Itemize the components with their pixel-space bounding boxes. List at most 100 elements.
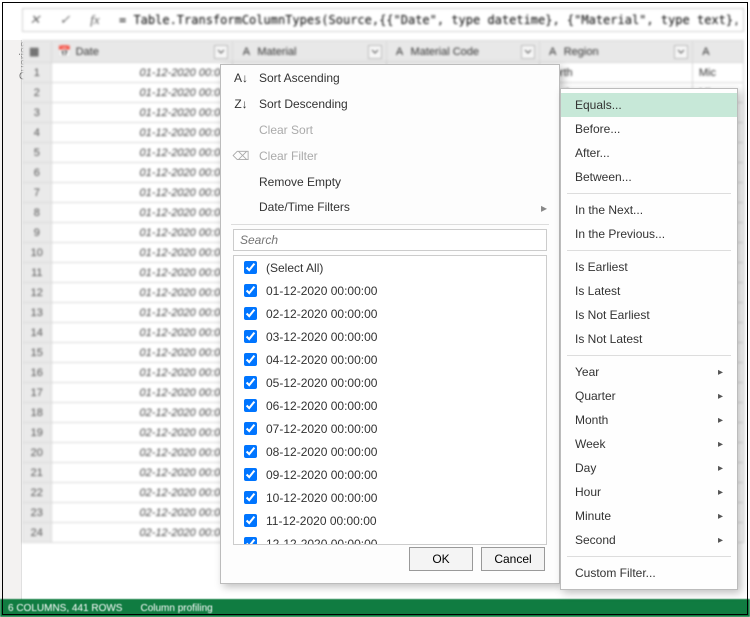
row-number[interactable]: 10: [23, 243, 52, 263]
cell-date[interactable]: 02-12-2020 00:00: [51, 463, 233, 483]
submenu-item-second[interactable]: Second▸: [561, 528, 737, 552]
submenu-item-between[interactable]: Between...: [561, 165, 737, 189]
cell-date[interactable]: 02-12-2020 00:00: [51, 403, 233, 423]
filter-value-item[interactable]: 03-12-2020 00:00:00: [234, 325, 546, 348]
row-number[interactable]: 2: [23, 83, 52, 103]
submenu-item-minute[interactable]: Minute▸: [561, 504, 737, 528]
row-number[interactable]: 24: [23, 523, 52, 543]
cell-date[interactable]: 02-12-2020 00:00: [51, 503, 233, 523]
submenu-item-week[interactable]: Week▸: [561, 432, 737, 456]
row-number[interactable]: 22: [23, 483, 52, 503]
cell-date[interactable]: 01-12-2020 00:00: [51, 203, 233, 223]
filter-arrow-date[interactable]: [214, 45, 228, 59]
submenu-item-in-the-next[interactable]: In the Next...: [561, 198, 737, 222]
filter-value-checkbox[interactable]: [244, 445, 257, 458]
select-all-checkbox[interactable]: [244, 261, 257, 274]
col-material[interactable]: AMaterial: [233, 41, 386, 63]
cell-date[interactable]: 01-12-2020 00:00: [51, 223, 233, 243]
filter-arrow-material-code[interactable]: [521, 45, 535, 59]
submenu-item-is-latest[interactable]: Is Latest: [561, 279, 737, 303]
formula-input[interactable]: [113, 9, 743, 31]
filter-value-checkbox[interactable]: [244, 537, 257, 545]
submenu-item-custom-filter[interactable]: Custom Filter...: [561, 561, 737, 585]
cell-date[interactable]: 01-12-2020 00:00: [51, 323, 233, 343]
submenu-item-month[interactable]: Month▸: [561, 408, 737, 432]
col-material-code[interactable]: AMaterial Code: [386, 41, 539, 63]
filter-value-item[interactable]: 05-12-2020 00:00:00: [234, 371, 546, 394]
select-all-item[interactable]: (Select All): [234, 256, 546, 279]
row-number[interactable]: 11: [23, 263, 52, 283]
submenu-item-in-the-previous[interactable]: In the Previous...: [561, 222, 737, 246]
sort-descending[interactable]: Z↓ Sort Descending: [221, 91, 559, 117]
filter-value-item[interactable]: 09-12-2020 00:00:00: [234, 463, 546, 486]
filter-value-item[interactable]: 10-12-2020 00:00:00: [234, 486, 546, 509]
filter-value-item[interactable]: 07-12-2020 00:00:00: [234, 417, 546, 440]
submenu-item-before[interactable]: Before...: [561, 117, 737, 141]
row-number[interactable]: 18: [23, 403, 52, 423]
filter-value-checkbox[interactable]: [244, 422, 257, 435]
submenu-item-is-not-earliest[interactable]: Is Not Earliest: [561, 303, 737, 327]
filter-value-item[interactable]: 04-12-2020 00:00:00: [234, 348, 546, 371]
submenu-item-equals[interactable]: Equals...: [561, 93, 737, 117]
submenu-item-is-not-latest[interactable]: Is Not Latest: [561, 327, 737, 351]
row-number[interactable]: 23: [23, 503, 52, 523]
select-all-cell[interactable]: ▦: [23, 41, 52, 63]
cell-region[interactable]: North: [539, 63, 692, 83]
sort-ascending[interactable]: A↓ Sort Ascending: [221, 65, 559, 91]
filter-value-checkbox[interactable]: [244, 330, 257, 343]
row-number[interactable]: 17: [23, 383, 52, 403]
cell-extra[interactable]: Mic: [692, 63, 743, 83]
cell-date[interactable]: 02-12-2020 00:00: [51, 523, 233, 543]
cancel-formula-icon[interactable]: ✕: [23, 8, 47, 32]
cell-date[interactable]: 02-12-2020 00:00: [51, 423, 233, 443]
filter-value-checkbox[interactable]: [244, 284, 257, 297]
row-number[interactable]: 1: [23, 63, 52, 83]
cell-date[interactable]: 01-12-2020 00:00: [51, 383, 233, 403]
filter-search-input[interactable]: [233, 229, 547, 251]
filter-value-item[interactable]: 06-12-2020 00:00:00: [234, 394, 546, 417]
row-number[interactable]: 20: [23, 443, 52, 463]
filter-value-item[interactable]: 08-12-2020 00:00:00: [234, 440, 546, 463]
col-date[interactable]: 📅Date: [51, 41, 233, 63]
filter-value-item[interactable]: 01-12-2020 00:00:00: [234, 279, 546, 302]
submenu-item-is-earliest[interactable]: Is Earliest: [561, 255, 737, 279]
ok-button[interactable]: OK: [409, 547, 473, 571]
row-number[interactable]: 19: [23, 423, 52, 443]
cell-date[interactable]: 02-12-2020 00:00: [51, 483, 233, 503]
filter-value-checkbox[interactable]: [244, 399, 257, 412]
cell-date[interactable]: 01-12-2020 00:00: [51, 283, 233, 303]
filter-value-checkbox[interactable]: [244, 307, 257, 320]
row-number[interactable]: 7: [23, 183, 52, 203]
filter-arrow-region[interactable]: [674, 45, 688, 59]
submenu-item-year[interactable]: Year▸: [561, 360, 737, 384]
row-number[interactable]: 6: [23, 163, 52, 183]
cell-date[interactable]: 01-12-2020 00:00: [51, 183, 233, 203]
cell-date[interactable]: 02-12-2020 00:00: [51, 443, 233, 463]
submenu-item-quarter[interactable]: Quarter▸: [561, 384, 737, 408]
submenu-item-day[interactable]: Day▸: [561, 456, 737, 480]
remove-empty[interactable]: Remove Empty: [221, 169, 559, 195]
filter-value-item[interactable]: 11-12-2020 00:00:00: [234, 509, 546, 532]
cell-date[interactable]: 01-12-2020 00:00: [51, 163, 233, 183]
row-number[interactable]: 4: [23, 123, 52, 143]
cell-date[interactable]: 01-12-2020 00:00: [51, 83, 233, 103]
submenu-item-after[interactable]: After...: [561, 141, 737, 165]
filter-arrow-material[interactable]: [368, 45, 382, 59]
cell-date[interactable]: 01-12-2020 00:00: [51, 363, 233, 383]
submenu-item-hour[interactable]: Hour▸: [561, 480, 737, 504]
filter-value-item[interactable]: 02-12-2020 00:00:00: [234, 302, 546, 325]
cell-date[interactable]: 01-12-2020 00:00: [51, 63, 233, 83]
row-number[interactable]: 9: [23, 223, 52, 243]
filter-value-checkbox[interactable]: [244, 468, 257, 481]
commit-formula-icon[interactable]: ✓: [53, 8, 77, 32]
row-number[interactable]: 5: [23, 143, 52, 163]
queries-panel-tab[interactable]: Queries: [0, 40, 22, 600]
filter-value-checkbox[interactable]: [244, 491, 257, 504]
cell-date[interactable]: 01-12-2020 00:00: [51, 243, 233, 263]
fx-icon[interactable]: fx: [83, 8, 107, 32]
cell-date[interactable]: 01-12-2020 00:00: [51, 303, 233, 323]
col-region[interactable]: ARegion: [539, 41, 692, 63]
row-number[interactable]: 21: [23, 463, 52, 483]
row-number[interactable]: 16: [23, 363, 52, 383]
row-number[interactable]: 3: [23, 103, 52, 123]
